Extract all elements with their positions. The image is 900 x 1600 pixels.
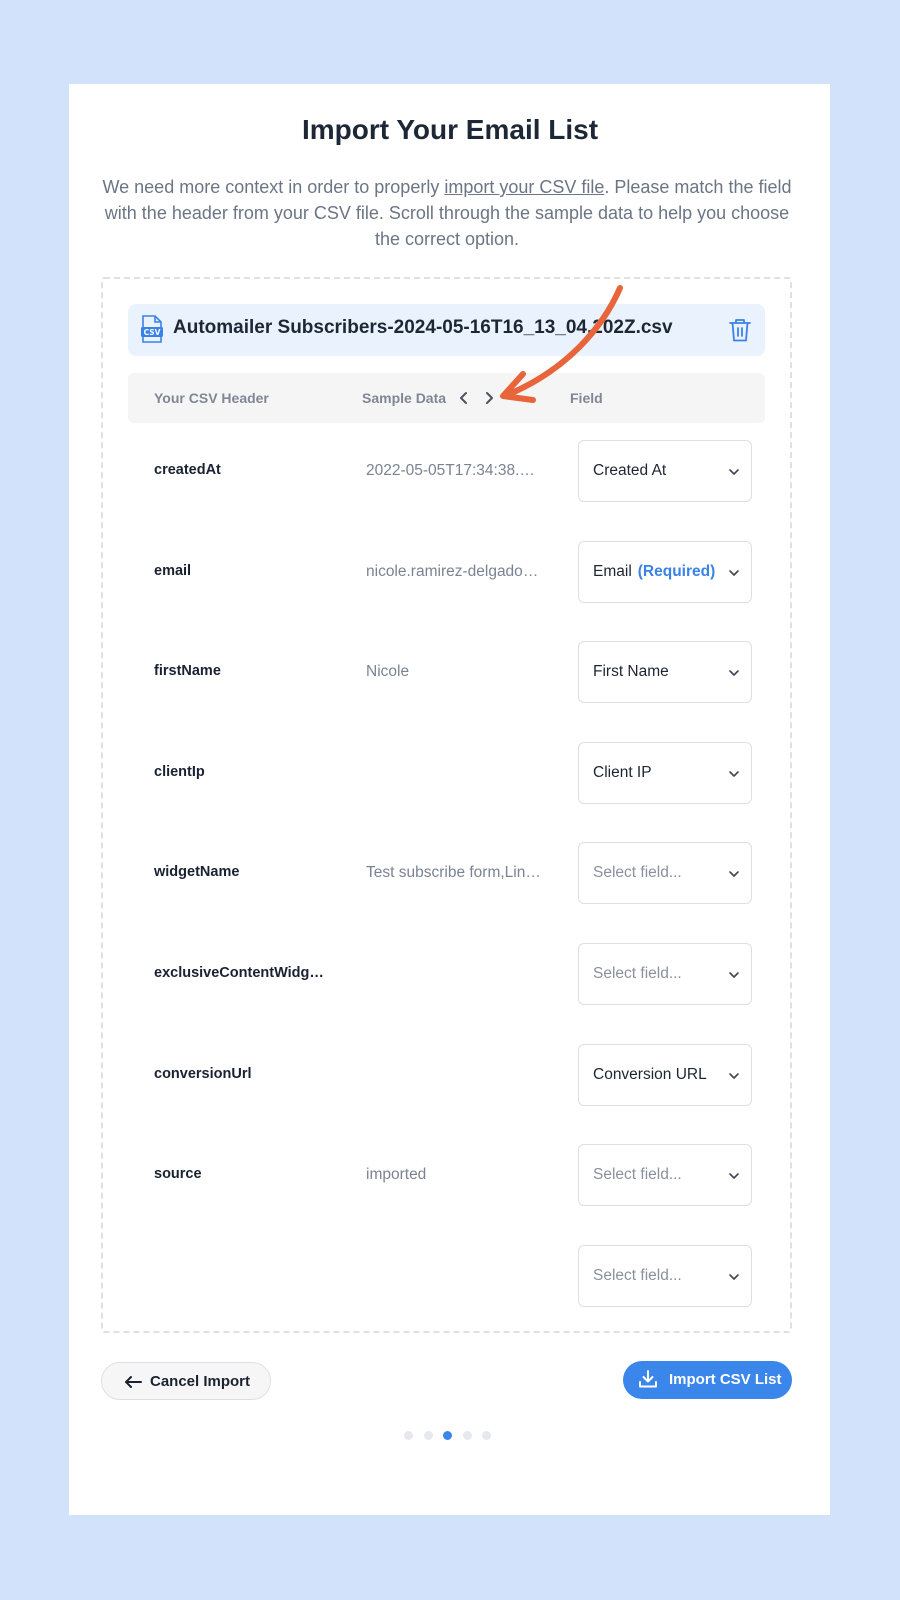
field-select[interactable]: Select field... <box>578 1245 752 1307</box>
csv-file-icon: CSV <box>141 315 163 343</box>
step-indicator <box>404 1431 494 1441</box>
field-select[interactable]: Created At <box>578 440 752 502</box>
row-csv-header: exclusiveContentWidg… <box>154 965 324 981</box>
field-select[interactable]: Select field... <box>578 1144 752 1206</box>
field-select-value: Email (Required) <box>593 563 715 581</box>
row-sample-data: Nicole <box>366 663 410 680</box>
column-header-field: Field <box>570 390 603 406</box>
chevron-down-icon <box>729 1173 739 1179</box>
field-select[interactable]: First Name <box>578 641 752 703</box>
step-dot[interactable] <box>443 1431 452 1440</box>
field-select[interactable]: Select field... <box>578 943 752 1005</box>
field-select-label: Select field... <box>593 1267 682 1284</box>
chevron-down-icon <box>729 570 739 576</box>
field-select-value: Select field... <box>593 1267 682 1285</box>
chevron-down-icon <box>729 670 739 676</box>
chevron-right-icon[interactable] <box>479 388 499 408</box>
cancel-import-button[interactable]: Cancel Import <box>101 1362 271 1400</box>
field-select-label: Conversion URL <box>593 1066 707 1083</box>
field-select-value: Conversion URL <box>593 1066 707 1084</box>
page-title: Import Your Email List <box>301 114 599 145</box>
import-csv-label: Import CSV List <box>669 1371 782 1388</box>
import-csv-link[interactable]: import your CSV file <box>444 177 604 197</box>
field-select-label: Client IP <box>593 764 652 781</box>
field-select-label: First Name <box>593 663 669 680</box>
field-select-label: Select field... <box>593 864 682 881</box>
row-sample-data: nicole.ramirez-delgado@example.com <box>366 563 542 580</box>
step-dot[interactable] <box>404 1431 413 1440</box>
field-select-value: Created At <box>593 462 666 480</box>
row-csv-header: widgetName <box>154 864 240 880</box>
step-dot[interactable] <box>482 1431 491 1440</box>
field-select[interactable]: Conversion URL <box>578 1044 752 1106</box>
step-dot[interactable] <box>423 1431 433 1440</box>
arrow-left-icon <box>125 1376 142 1388</box>
field-select[interactable]: Select field... <box>578 842 752 904</box>
chevron-down-icon <box>729 771 739 777</box>
intro-text-start: We need more context in order to properl… <box>102 177 445 197</box>
field-select-label: Email <box>593 563 632 580</box>
column-header-sample: Sample Data <box>362 390 447 406</box>
required-badge: (Required) <box>637 563 716 580</box>
chevron-down-icon <box>729 469 739 475</box>
row-csv-header: conversionUrl <box>154 1066 252 1082</box>
download-icon <box>639 1370 657 1388</box>
row-csv-header: clientIp <box>154 764 205 780</box>
trash-icon[interactable] <box>729 318 751 342</box>
column-header-csv: Your CSV Header <box>154 390 269 406</box>
field-select-label: Created At <box>593 462 667 479</box>
chevron-down-icon <box>729 1274 739 1280</box>
field-select-label: Select field... <box>593 965 682 982</box>
field-select[interactable]: Client IP <box>578 742 752 804</box>
intro-text: We need more context in order to properl… <box>100 174 794 252</box>
field-select-value: First Name <box>593 663 669 681</box>
chevron-left-icon[interactable] <box>454 388 474 408</box>
row-sample-data: Test subscribe form,LinkedIn <box>366 864 542 881</box>
cancel-import-label: Cancel Import <box>150 1373 251 1390</box>
field-select-value: Select field... <box>593 1166 682 1184</box>
row-csv-header: email <box>154 563 192 579</box>
row-csv-header: firstName <box>154 663 221 679</box>
chevron-down-icon <box>729 972 739 978</box>
step-dot[interactable] <box>462 1431 472 1440</box>
file-name: Automailer Subscribers-2024-05-16T16_13_… <box>173 317 673 338</box>
chevron-down-icon <box>729 871 739 877</box>
field-select-label: Select field... <box>593 1166 682 1183</box>
row-sample-data: imported <box>366 1166 427 1183</box>
chevron-down-icon <box>729 1073 739 1079</box>
row-sample-data: 2022-05-05T17:34:38.000Z <box>366 462 542 479</box>
row-csv-header: createdAt <box>154 462 221 478</box>
row-csv-header: source <box>154 1166 202 1182</box>
field-select-value: Select field... <box>593 864 682 882</box>
field-select-value: Select field... <box>593 965 682 983</box>
field-select[interactable]: Email (Required) <box>578 541 752 603</box>
csv-icon-text: CSV <box>144 328 161 337</box>
field-select-value: Client IP <box>593 764 652 782</box>
import-csv-button[interactable]: Import CSV List <box>623 1361 792 1399</box>
